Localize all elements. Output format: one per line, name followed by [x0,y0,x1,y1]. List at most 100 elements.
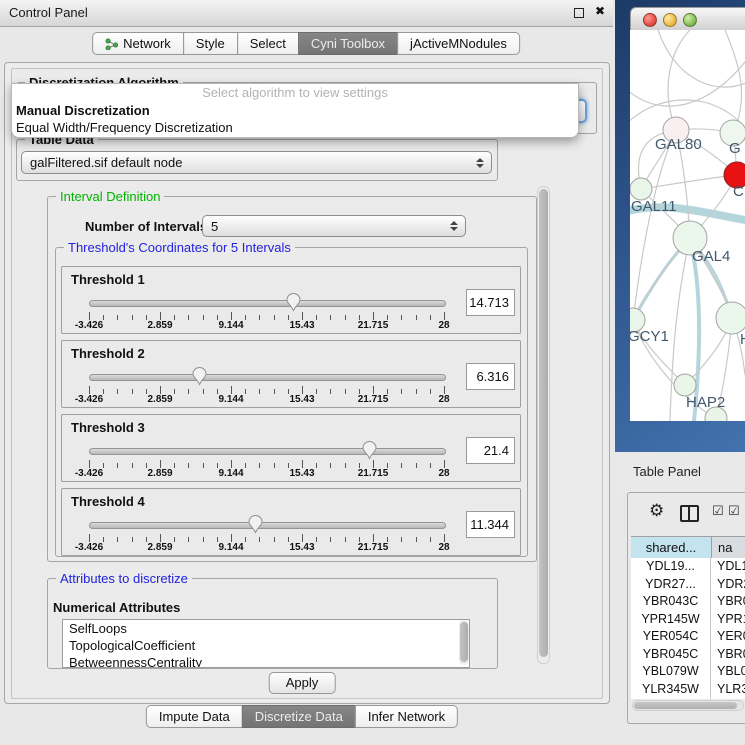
popup-item-manual-discretization[interactable]: Manual Discretization [12,102,578,120]
threshold-slider-thumb[interactable] [191,366,208,386]
tab-network[interactable]: Network [92,32,184,55]
threshold-slider-track[interactable] [89,522,446,529]
column-layout-icon[interactable] [680,505,699,522]
cell-shared-name: YPR145W [631,611,711,629]
tab-select[interactable]: Select [237,32,299,55]
node-label-gal80: GAL80 [655,136,702,153]
node-label-hap2: HAP2 [686,394,725,411]
tab-impute-data[interactable]: Impute Data [146,705,243,728]
number-of-intervals-combobox[interactable]: 5 [202,215,466,237]
gear-icon[interactable]: ⚙ [649,501,664,521]
table-panel-title: Table Panel [633,464,701,479]
popup-item-equal-width-frequency-discretization[interactable]: Equal Width/Frequency Discretization [12,119,578,137]
attribute-item-selfloops[interactable]: SelfLoops [63,620,469,637]
network-node-hap2[interactable] [674,374,696,396]
table-row[interactable]: YBR045CYBR0 [631,646,745,664]
close-traffic-light-icon[interactable] [643,13,657,27]
threshold-label: Threshold 1 [71,272,145,287]
attribute-item-topologicalcoefficient[interactable]: TopologicalCoefficient [63,637,469,654]
table-row[interactable]: YDL19...YDL1 [631,558,745,576]
cell-name: YDL1 [711,558,745,576]
table-data-combobox[interactable]: galFiltered.sif default node [21,151,492,174]
settings-scrollbar[interactable] [537,186,550,664]
tab-label: jActiveMNodules [410,33,507,54]
minimize-traffic-light-icon[interactable] [663,13,677,27]
table-row[interactable]: YBR043CYBR0 [631,593,745,611]
threshold-value-field[interactable]: 11.344 [466,511,515,538]
threshold-tick-labels: -3.4262.8599.14415.4321.71528 [89,468,444,480]
table-hscrollbar-thumb[interactable] [634,702,737,709]
cell-name: YBR0 [711,593,745,611]
table-row[interactable]: YIL052CYIL0 [631,698,745,699]
apply-button[interactable]: Apply [269,672,336,694]
node-label-c: C [733,183,744,200]
table-row[interactable]: YLR345WYLR3 [631,681,745,699]
cell-name: YBL0 [711,663,745,681]
table-hscrollbar[interactable] [632,700,744,711]
tab-style[interactable]: Style [183,32,238,55]
table-row[interactable]: YBL079WYBL0 [631,663,745,681]
close-icon[interactable]: ✖ [595,4,605,18]
tab-discretize-data[interactable]: Discretize Data [242,705,356,728]
cyni-bottom-tabbar: Impute Data Discretize Data Infer Network [146,705,458,728]
threshold-value-field[interactable]: 14.713 [466,289,515,316]
threshold-slider-thumb[interactable] [361,440,378,460]
cell-shared-name: YLR345W [631,681,711,699]
attribute-item-betweennesscentrality[interactable]: BetweennessCentrality [63,654,469,668]
table-row[interactable]: YDR27...YDR2 [631,576,745,594]
node-label-gal11: GAL11 [631,198,677,215]
node-label-g: G [729,140,741,157]
table-panel-header: Table Panel [615,452,745,492]
cell-shared-name: YBL079W [631,663,711,681]
numerical-attributes-label: Numerical Attributes [53,600,180,615]
network-node-gal11[interactable] [630,178,652,200]
checkbox-icon[interactable]: ☑ [728,504,740,519]
cell-name: YPR1 [711,611,745,629]
checkbox-icon[interactable]: ☑ [712,504,724,519]
threshold-slider-track[interactable] [89,448,446,455]
algorithm-dropdown-popup: Select algorithm to view settings Manual… [11,83,579,138]
network-node-h[interactable] [716,302,745,334]
threshold-slider-thumb[interactable] [285,292,302,312]
attributes-list-scrollbar[interactable] [459,620,469,665]
tab-label: Impute Data [159,706,230,727]
cell-name: YER0 [711,628,745,646]
tab-label: Network [123,33,171,54]
network-window-titlebar [630,7,745,32]
threshold-value-field[interactable]: 6.316 [466,363,515,390]
threshold-label: Threshold 3 [71,420,145,435]
popup-placeholder-item[interactable]: Select algorithm to view settings [12,84,578,102]
tab-cyni-toolbox[interactable]: Cyni Toolbox [298,32,398,55]
table-row[interactable]: YPR145WYPR1 [631,611,745,629]
tab-jactivemnodules[interactable]: jActiveMNodules [397,32,520,55]
interval-definition-group-label: Interval Definition [56,189,164,204]
cell-shared-name: YER054C [631,628,711,646]
threshold-panel-3: Threshold 3 -3.4262.8599.14415.4321.71528… [61,414,521,482]
threshold-value-field[interactable]: 21.4 [466,437,515,464]
node-label-gal4: GAL4 [692,248,730,265]
threshold-slider-track[interactable] [89,374,446,381]
combobox-arrows-icon [446,221,462,231]
table-panel-window: ⚙ ☑ ☑ shared... na YDL19...YDL1YDR27...Y… [627,492,745,724]
numerical-attributes-list[interactable]: SelfLoopsTopologicalCoefficientBetweenne… [62,619,470,668]
table-row[interactable]: YER054CYER0 [631,628,745,646]
network-canvas[interactable]: GAL80GCGAL11GAL4GCY1HHAP2 [630,30,745,421]
attributes-list-scrollbar-thumb[interactable] [460,622,468,662]
cell-shared-name: YBR043C [631,593,711,611]
tab-label: Discretize Data [255,706,343,727]
threshold-slider-track[interactable] [89,300,446,307]
float-window-icon[interactable] [574,8,584,18]
screen: Control Panel ✖ NetworkStyleSelectCyni T… [0,0,745,745]
settings-scrollbar-thumb[interactable] [539,189,548,657]
cell-name: YLR3 [711,681,745,699]
column-header-name[interactable]: na [712,536,745,560]
threshold-panel-1: Threshold 1-3.4262.8599.14415.4321.71528… [61,266,521,334]
zoom-traffic-light-icon[interactable] [683,13,697,27]
threshold-slider-thumb[interactable] [247,514,264,534]
number-of-intervals-value: 5 [203,219,446,234]
thresholds-group-label: Threshold's Coordinates for 5 Intervals [64,240,295,255]
threshold-tick-labels: -3.4262.8599.14415.4321.71528 [89,394,444,406]
column-header-shared-name[interactable]: shared... [631,536,712,560]
tab-infer-network[interactable]: Infer Network [355,705,458,728]
cell-shared-name: YDR27... [631,576,711,594]
